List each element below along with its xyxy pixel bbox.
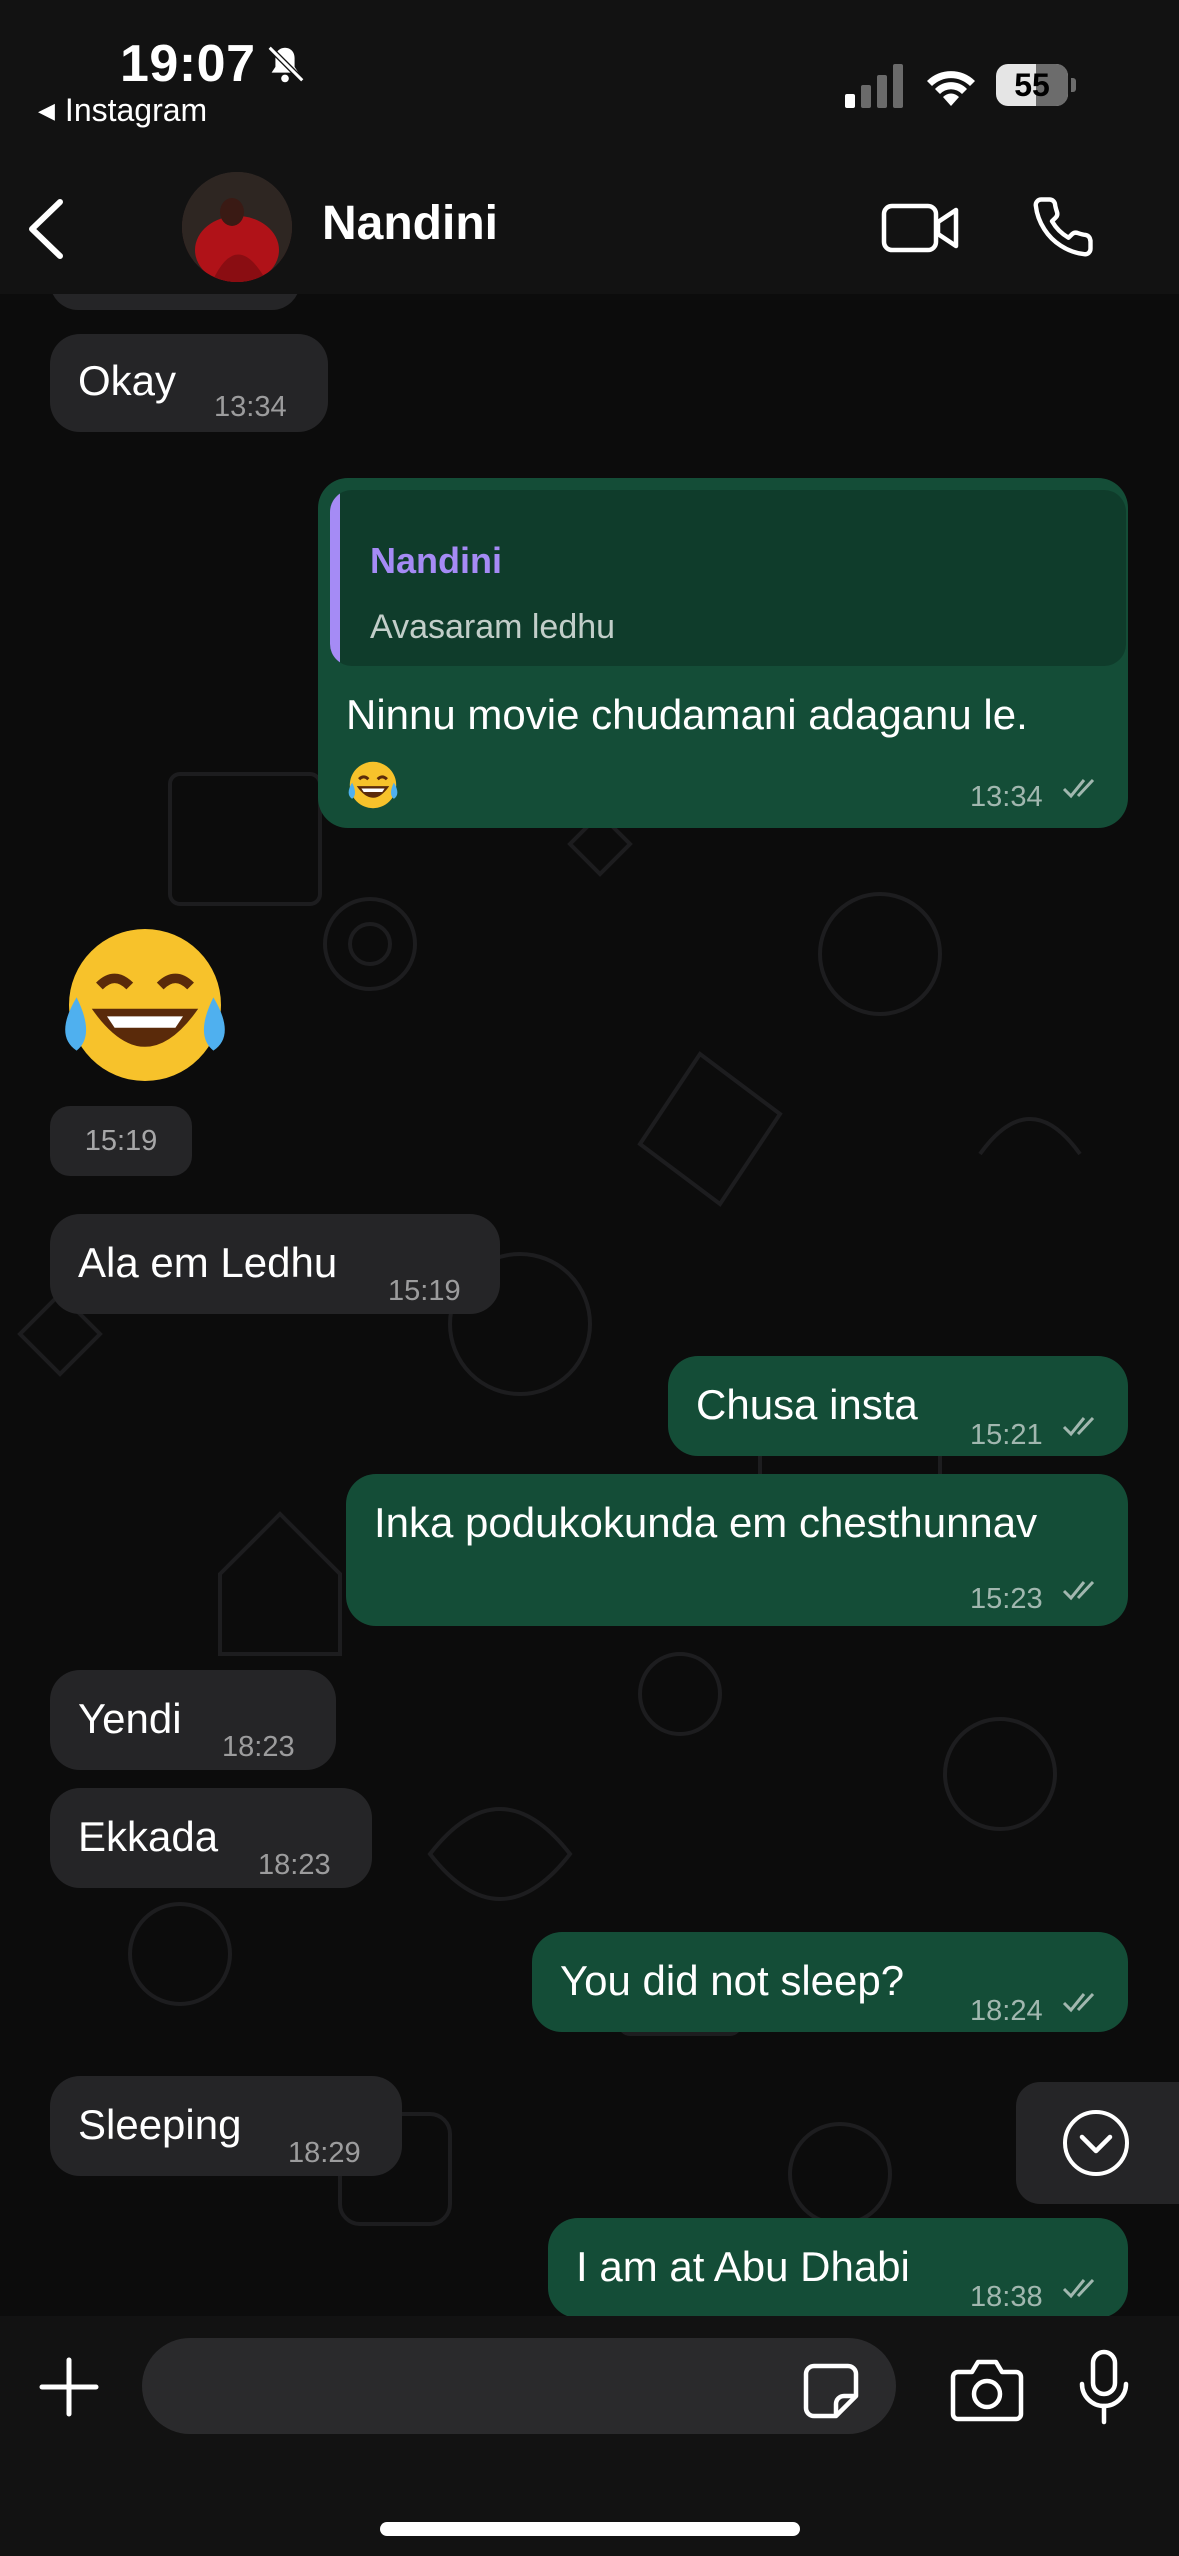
message-bubble[interactable]: You did not sleep? 18:24 xyxy=(532,1932,1128,2032)
reply-accent-bar xyxy=(330,490,340,666)
message-text: Ekkada xyxy=(78,1813,219,1860)
back-triangle-icon: ◀ xyxy=(38,97,55,123)
message-time: 18:23 xyxy=(222,1731,295,1763)
back-app-label: Instagram xyxy=(64,92,208,128)
message-text: Sleeping xyxy=(78,2101,242,2148)
message-bubble[interactable]: Chusa insta 15:21 xyxy=(668,1356,1128,1456)
message-text: Ninnu movie chudamani adaganu le. xyxy=(346,691,1028,738)
chevron-left-icon[interactable] xyxy=(20,194,76,264)
double-check-icon xyxy=(1062,2278,1095,2299)
double-check-icon xyxy=(1062,778,1095,799)
message-text: Okay xyxy=(78,357,177,404)
wifi-icon xyxy=(927,71,975,106)
message-bubble[interactable]: Ala em Ledhu 15:19 xyxy=(50,1214,500,1314)
chat-header: Nandini xyxy=(0,160,1179,294)
message-bubble[interactable]: Okay 13:34 xyxy=(50,334,328,432)
sticker-icon[interactable] xyxy=(802,2362,860,2420)
plus-icon[interactable] xyxy=(38,2356,100,2418)
message-time: 18:24 xyxy=(970,1995,1043,2027)
double-check-icon xyxy=(1062,1416,1095,1437)
double-check-icon xyxy=(1062,1992,1095,2013)
tears-of-joy-emoji xyxy=(344,756,402,814)
message-time: 15:19 xyxy=(388,1275,461,1307)
double-check-icon xyxy=(1062,1580,1095,1601)
message-text: You did not sleep? xyxy=(560,1957,905,2004)
big-tears-of-joy-emoji[interactable] xyxy=(50,910,240,1100)
clock: 19:07 xyxy=(120,35,256,93)
message-time: 18:23 xyxy=(258,1849,331,1881)
battery-icon: 55 xyxy=(996,64,1076,106)
message-text: Inka podukokunda em chesthunnav xyxy=(374,1499,1038,1546)
message-time: 13:34 xyxy=(970,781,1043,813)
battery-level: 55 xyxy=(1014,67,1050,103)
reply-quote[interactable]: Nandini Avasaram ledhu xyxy=(330,490,1126,666)
contact-name[interactable]: Nandini xyxy=(322,196,498,251)
status-bar: 19:07 ◀ Instagram 55 xyxy=(0,0,1179,160)
bell-slash-icon xyxy=(267,45,305,83)
message-bubble[interactable]: Sleeping 18:29 xyxy=(50,2076,402,2176)
message-text: Yendi xyxy=(78,1695,182,1742)
chevron-down-circle-icon xyxy=(1063,2110,1129,2176)
avatar-photo xyxy=(182,172,292,282)
scroll-to-bottom-button[interactable] xyxy=(1016,2082,1179,2204)
message-bubble[interactable]: Yendi 18:23 xyxy=(50,1670,336,1770)
message-bubble[interactable]: Inka podukokunda em chesthunnav 15:23 xyxy=(346,1474,1128,1626)
emoji-message-time: 15:19 xyxy=(50,1106,192,1176)
video-camera-icon[interactable] xyxy=(880,196,960,260)
chat-area[interactable]: Okay 13:34 Nandini Avasaram ledhu Ninnu … xyxy=(0,294,1179,2316)
message-time: 15:23 xyxy=(970,1583,1043,1615)
avatar[interactable] xyxy=(182,172,292,282)
home-indicator[interactable] xyxy=(380,2522,800,2536)
camera-icon[interactable] xyxy=(950,2356,1024,2422)
message-bubble[interactable]: I am at Abu Dhabi 18:38 xyxy=(548,2218,1128,2316)
message-time: 15:21 xyxy=(970,1419,1043,1451)
phone-icon[interactable] xyxy=(1030,194,1096,260)
reply-text: Avasaram ledhu xyxy=(370,608,616,646)
input-bar xyxy=(0,2316,1179,2556)
message-time: 18:29 xyxy=(288,2137,361,2169)
message-bubble[interactable]: Ekkada 18:23 xyxy=(50,1788,372,1888)
message-bubble-reply[interactable]: Nandini Avasaram ledhu Ninnu movie chuda… xyxy=(318,478,1128,828)
back-to-instagram[interactable]: ◀ Instagram xyxy=(38,92,207,129)
message-time: 13:34 xyxy=(214,391,287,423)
reply-sender: Nandini xyxy=(370,540,502,581)
message-time: 18:38 xyxy=(970,2281,1043,2313)
message-input[interactable] xyxy=(142,2338,896,2434)
message-text: I am at Abu Dhabi xyxy=(576,2243,910,2290)
signal-icon xyxy=(845,64,903,108)
message-text: Chusa insta xyxy=(696,1381,918,1428)
message-bubble-partial[interactable] xyxy=(50,294,300,310)
microphone-icon[interactable] xyxy=(1074,2348,1134,2428)
message-text: Ala em Ledhu xyxy=(78,1239,338,1286)
